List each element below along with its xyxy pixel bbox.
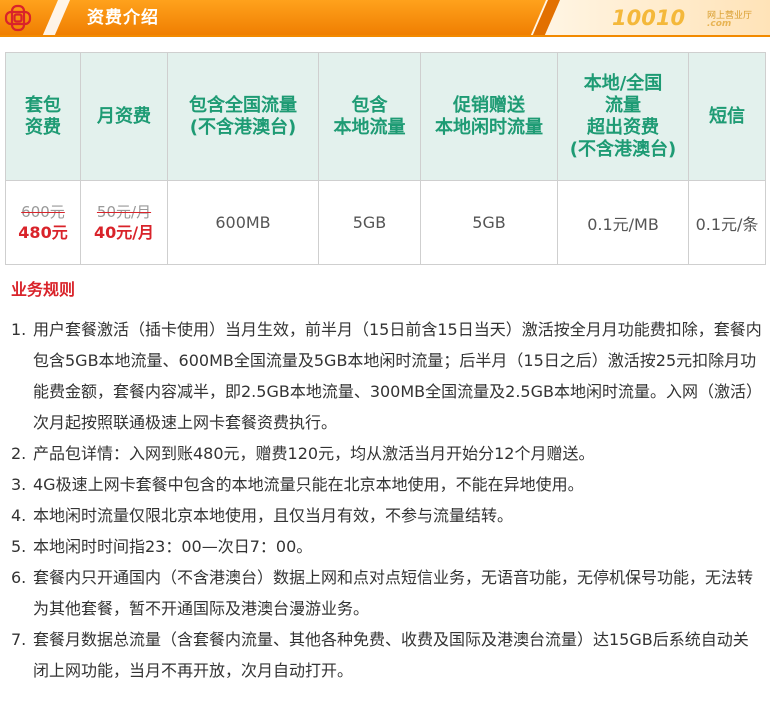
rule-number: 2. — [11, 444, 27, 463]
cell-local-data: 5GB — [318, 180, 421, 265]
brand-logo[interactable]: 10010 网上营业厅 .com — [612, 6, 752, 32]
table-row: 600元 480元 50元/月 40元/月 600MB 5GB 5GB 0.1元… — [5, 180, 766, 265]
header-line: 流量 — [605, 94, 641, 116]
tariff-table: 套包 资费 月资费 包含全国流量 (不含港澳台) 包含 本地流量 促销赠送 本地… — [5, 52, 766, 265]
page-header: 资费介绍 10010 网上营业厅 .com — [0, 0, 770, 37]
old-package-price: 600元 — [21, 202, 65, 221]
rule-text: 4G极速上网卡套餐中包含的本地流量只能在北京本地使用，不能在异地使用。 — [33, 475, 584, 494]
brand-domain: .com — [707, 19, 732, 29]
business-rules: 业务规则 1. 用户套餐激活（插卡使用）当月生效，前半月（15日前含15日当天）… — [11, 280, 766, 686]
old-monthly-fee: 50元/月 — [96, 202, 152, 221]
new-package-price: 480元 — [18, 222, 68, 242]
rule-item: 5. 本地闲时时间指23：00—次日7：00。 — [11, 531, 766, 562]
rules-title: 业务规则 — [11, 280, 76, 299]
cell-overage: 0.1元/MB — [557, 180, 689, 265]
header-line: 短信 — [709, 105, 745, 127]
tariff-table-wrapper: 套包 资费 月资费 包含全国流量 (不含港澳台) 包含 本地流量 促销赠送 本地… — [5, 52, 766, 265]
header-line: 超出资费 — [587, 116, 659, 138]
col-header-local-data: 包含 本地流量 — [318, 52, 421, 181]
rule-item: 3. 4G极速上网卡套餐中包含的本地流量只能在北京本地使用，不能在异地使用。 — [11, 469, 766, 500]
table-header-row: 套包 资费 月资费 包含全国流量 (不含港澳台) 包含 本地流量 促销赠送 本地… — [5, 52, 766, 181]
rule-number: 1. — [11, 320, 27, 339]
header-line: (不含港澳台) — [189, 116, 297, 138]
header-line: 包含全国流量 — [189, 94, 297, 116]
rule-text: 用户套餐激活（插卡使用）当月生效，前半月（15日前含15日当天）激活按全月月功能… — [33, 320, 762, 432]
rule-item: 4. 本地闲时流量仅限北京本地使用，且仅当月有效，不参与流量结转。 — [11, 500, 766, 531]
rule-text: 本地闲时流量仅限北京本地使用，且仅当月有效，不参与流量结转。 — [33, 506, 514, 525]
rule-item: 7. 套餐月数据总流量（含套餐内流量、其他各种免费、收费及国际及港澳台流量）达1… — [11, 624, 766, 686]
rule-item: 2. 产品包详情：入网到账480元，赠费120元，均从激活当月开始分12个月赠送… — [11, 438, 766, 469]
rule-item: 1. 用户套餐激活（插卡使用）当月生效，前半月（15日前含15日当天）激活按全月… — [11, 314, 766, 438]
cell-idle-data: 5GB — [420, 180, 558, 265]
header-line: 资费 — [25, 116, 61, 138]
rule-text: 套餐内只开通国内（不含港澳台）数据上网和点对点短信业务，无语音功能，无停机保号功… — [33, 568, 754, 618]
rule-number: 3. — [11, 475, 27, 494]
header-line: 套包 — [25, 94, 61, 116]
rule-text: 本地闲时时间指23：00—次日7：00。 — [33, 537, 313, 556]
header-line: 本地/全国 — [583, 72, 663, 94]
header-line: (不含港澳台) — [569, 138, 677, 160]
brand-number: 10010 — [612, 6, 686, 30]
header-line: 促销赠送 — [453, 94, 525, 116]
cell-monthly-fee: 50元/月 40元/月 — [80, 180, 168, 265]
col-header-sms: 短信 — [688, 52, 766, 181]
col-header-national-data: 包含全国流量 (不含港澳台) — [167, 52, 319, 181]
header-line: 包含 — [351, 94, 388, 116]
col-header-package: 套包 资费 — [5, 52, 81, 181]
rule-text: 套餐月数据总流量（含套餐内流量、其他各种免费、收费及国际及港澳台流量）达15GB… — [33, 630, 749, 680]
cell-sms: 0.1元/条 — [688, 180, 766, 265]
header-line: 月资费 — [97, 105, 151, 127]
new-monthly-fee: 40元/月 — [93, 222, 155, 242]
rule-number: 5. — [11, 537, 27, 556]
rule-number: 7. — [11, 630, 27, 649]
cell-national-data: 600MB — [167, 180, 319, 265]
cell-package-price: 600元 480元 — [5, 180, 81, 265]
page-title: 资费介绍 — [87, 8, 159, 28]
col-header-idle-data: 促销赠送 本地闲时流量 — [420, 52, 558, 181]
header-line: 本地流量 — [333, 116, 406, 138]
china-unicom-knot-icon — [4, 4, 32, 32]
col-header-overage: 本地/全国 流量 超出资费 (不含港澳台) — [557, 52, 689, 181]
rule-item: 6. 套餐内只开通国内（不含港澳台）数据上网和点对点短信业务，无语音功能，无停机… — [11, 562, 766, 624]
rule-number: 4. — [11, 506, 27, 525]
rule-text: 产品包详情：入网到账480元，赠费120元，均从激活当月开始分12个月赠送。 — [33, 444, 595, 463]
header-line: 本地闲时流量 — [435, 116, 543, 138]
rule-number: 6. — [11, 568, 27, 587]
col-header-monthly-fee: 月资费 — [80, 52, 168, 181]
